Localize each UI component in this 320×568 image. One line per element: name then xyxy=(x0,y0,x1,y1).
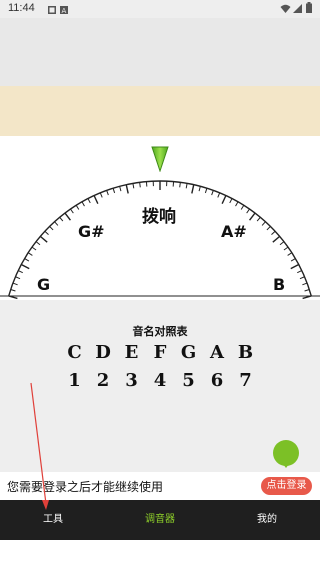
dial-tick xyxy=(297,270,302,274)
ad-banner[interactable] xyxy=(0,86,320,136)
note-letter: B xyxy=(237,342,254,363)
tab-tuner[interactable]: 调音器 xyxy=(107,500,213,540)
dial-tick xyxy=(271,230,276,236)
note-label-b: B xyxy=(273,275,286,294)
dial-tick xyxy=(256,216,261,222)
dial-tick xyxy=(266,226,271,231)
dial-tick xyxy=(299,276,305,280)
dial-tick xyxy=(39,235,48,243)
status-bar: 11:44 A xyxy=(0,0,320,18)
note-label-g: G xyxy=(37,275,51,294)
dial-tick xyxy=(10,289,16,292)
note-letter: F xyxy=(153,342,167,363)
dial-tick xyxy=(20,263,30,270)
battery-icon xyxy=(306,2,314,13)
dial-tick xyxy=(27,252,33,256)
dial-tick xyxy=(246,208,250,214)
dial-tick xyxy=(198,186,201,192)
note-digit: 7 xyxy=(239,370,252,391)
pluck-label: 拨响 xyxy=(142,207,176,227)
dial-tick xyxy=(211,190,214,196)
note-letter: E xyxy=(124,342,139,363)
tab-mine[interactable]: 我的 xyxy=(214,500,320,540)
note-label-g-sharp: G# xyxy=(78,222,105,241)
dial-tick xyxy=(191,184,195,194)
tuner-pointer-icon xyxy=(151,146,169,172)
system-nav-bar xyxy=(0,540,320,568)
note-letters-row: C D E F G A B xyxy=(0,342,320,363)
dial-tick xyxy=(99,192,103,198)
dial-tick xyxy=(87,198,91,204)
wifi-icon xyxy=(280,3,291,13)
dial-tick xyxy=(302,282,308,286)
dial-tick xyxy=(261,221,266,226)
dial-tick xyxy=(221,195,227,204)
dial-arc xyxy=(8,180,312,297)
note-table: 音名对照表 C D E F G A B 1 2 3 4 5 6 7 xyxy=(0,300,320,472)
dial-tick xyxy=(179,182,181,188)
dial-tick xyxy=(304,289,310,292)
dial-tick xyxy=(240,204,245,210)
dial-tick xyxy=(64,212,71,221)
dial-tick xyxy=(185,183,188,189)
dial-tick xyxy=(287,252,293,256)
login-prompt-message: 您需要登录之后才能继续使用 xyxy=(7,480,164,494)
dial-tick xyxy=(75,204,80,210)
note-digit: 1 xyxy=(68,370,81,391)
note-digit: 4 xyxy=(153,370,167,391)
tuner-dial: 拨响 G G# A# B xyxy=(0,136,320,300)
dial-tick xyxy=(35,241,41,246)
gallery-icon xyxy=(48,4,56,14)
dial-tick xyxy=(24,258,30,262)
dial-tick xyxy=(249,212,256,221)
svg-text:A: A xyxy=(62,7,67,14)
dial-tick xyxy=(106,190,109,196)
dial-tick xyxy=(54,221,59,226)
note-digits-row: 1 2 3 4 5 6 7 xyxy=(0,370,320,391)
dial-tick xyxy=(290,258,296,262)
dial-tick xyxy=(112,188,116,194)
dial-tick xyxy=(290,263,300,270)
dial-tick xyxy=(59,216,64,222)
note-digit: 6 xyxy=(210,370,224,391)
dial-tick xyxy=(93,195,99,204)
dial-tick xyxy=(139,182,141,188)
dial-tick xyxy=(18,270,23,274)
note-table-title: 音名对照表 xyxy=(132,325,188,338)
dial-tick xyxy=(81,201,85,207)
dial-tick xyxy=(125,184,129,194)
note-letter: D xyxy=(95,342,111,363)
dial-tick xyxy=(272,235,281,243)
sim-icon: A xyxy=(60,4,68,15)
dial-tick xyxy=(15,276,21,280)
note-letter: G xyxy=(180,342,197,363)
signal-icon xyxy=(293,3,302,13)
app-header-area xyxy=(0,18,320,86)
chat-bubble-tail-icon xyxy=(280,460,292,468)
dial-tick xyxy=(12,282,18,286)
note-digit: 2 xyxy=(96,370,110,391)
note-letter: C xyxy=(67,342,82,363)
dial-tick xyxy=(119,186,122,192)
dial-tick xyxy=(235,201,239,207)
dial-tick xyxy=(204,188,208,194)
dial-tick xyxy=(132,183,135,189)
tab-tools[interactable]: 工具 xyxy=(0,500,106,540)
note-label-a-sharp: A# xyxy=(221,222,247,241)
dial-tick xyxy=(283,246,289,251)
bottom-tab-bar: 工具 调音器 我的 xyxy=(0,500,320,540)
dial-tick xyxy=(229,198,233,204)
dial-tick xyxy=(70,208,74,214)
dial-tick xyxy=(31,246,37,251)
note-digit: 5 xyxy=(182,370,195,391)
dial-tick xyxy=(49,226,54,231)
dial-tick xyxy=(279,241,285,246)
dial-tick xyxy=(217,192,221,198)
note-letter: A xyxy=(210,342,224,363)
status-time: 11:44 xyxy=(8,2,35,14)
login-button[interactable]: 点击登录 xyxy=(261,477,312,495)
note-digit: 3 xyxy=(125,370,138,391)
dial-tick xyxy=(44,230,49,236)
